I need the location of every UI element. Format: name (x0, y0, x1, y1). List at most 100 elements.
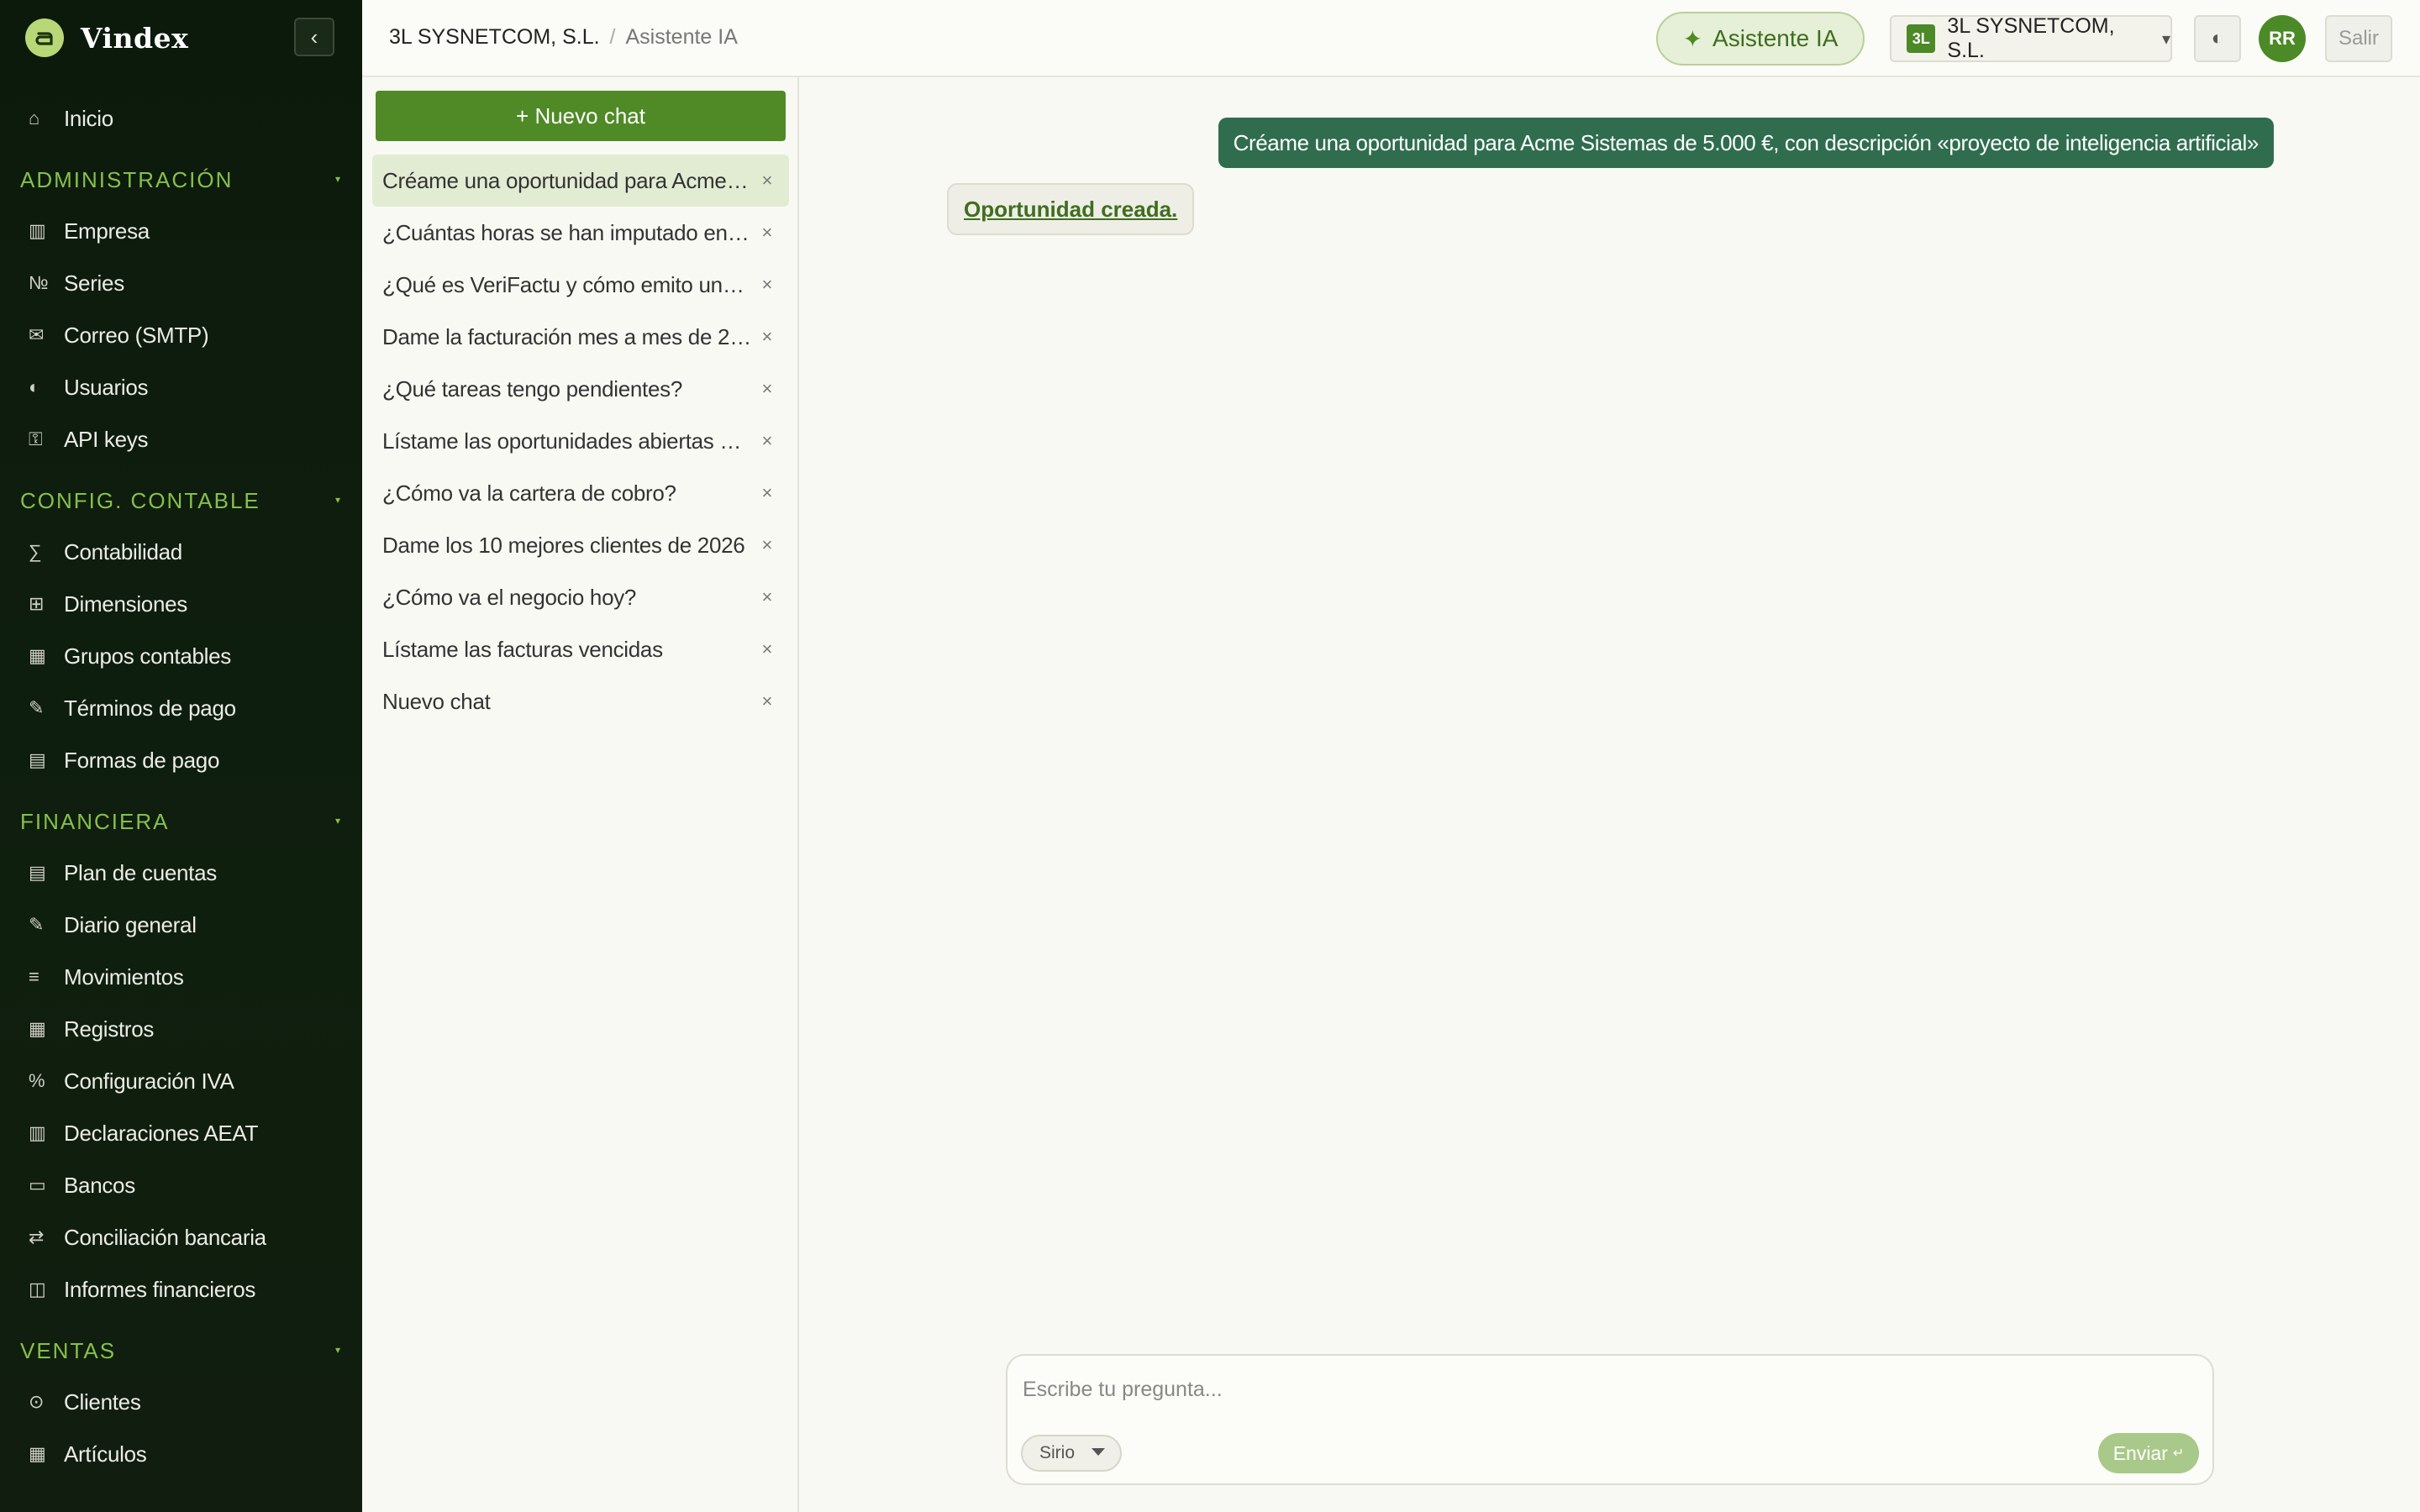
sidebar-item-movimientos[interactable]: ≡ Movimientos (0, 951, 362, 1003)
logout-button[interactable]: Salir (2325, 15, 2392, 62)
close-icon[interactable]: × (752, 222, 772, 244)
sidebar-item-clientes[interactable]: ⊙ Clientes (0, 1376, 362, 1428)
chat-history-item[interactable]: ¿Qué es VeriFactu y cómo emito una factu… (372, 259, 789, 311)
close-icon[interactable]: × (752, 326, 772, 348)
send-button[interactable]: Enviar ↵ (2098, 1433, 2199, 1473)
avatar[interactable]: RR (2259, 15, 2306, 62)
sidebar-item-art-culos[interactable]: ▦ Artículos (0, 1428, 362, 1480)
sidebar-item-grupos-contables[interactable]: ▦ Grupos contables (0, 630, 362, 682)
sidebar-item-informes-financieros[interactable]: ◫ Informes financieros (0, 1263, 362, 1315)
chat-history-title: ¿Cómo va el negocio hoy? (382, 584, 637, 610)
chat-history-item[interactable]: ¿Cómo va la cartera de cobro? × (372, 467, 789, 519)
sidebar-item-label: Clientes (64, 1389, 141, 1415)
sidebar-item-label: Dimensiones (64, 591, 187, 617)
sidebar-item-inicio[interactable]: ⌂ Inicio (0, 92, 362, 144)
sidebar-item-label: Grupos contables (64, 643, 231, 669)
sidebar-item-label: Usuarios (64, 374, 149, 400)
close-icon[interactable]: × (752, 534, 772, 556)
breadcrumb: 3L SYSNETCOM, S.L. / Asistente IA (389, 25, 738, 50)
sidebar-item-conciliaci-n-bancaria[interactable]: ⇄ Conciliación bancaria (0, 1211, 362, 1263)
chat-history-item[interactable]: Dame los 10 mejores clientes de 2026 × (372, 519, 789, 571)
sidebar-item-bancos[interactable]: ▭ Bancos (0, 1159, 362, 1211)
sidebar-item-api-keys[interactable]: ⚿ API keys (0, 413, 362, 465)
chat-history-item[interactable]: ¿Cuántas horas se han imputado en el pro… (372, 207, 789, 259)
brand[interactable]: Vindex (25, 17, 188, 59)
sidebar-item-label: Series (64, 270, 124, 296)
report-icon: ◫ (29, 1278, 46, 1299)
caret-down-icon: ▾ (334, 173, 342, 185)
sidebar-item-declaraciones-aeat[interactable]: ▥ Declaraciones AEAT (0, 1107, 362, 1159)
brand-logo-icon (25, 18, 64, 57)
sidebar-section-header[interactable]: ADMINISTRACIÓN ▾ (0, 144, 362, 205)
theme-toggle-button[interactable]: ◐ (2194, 15, 2241, 62)
conversation-panel: Créame una oportunidad para Acme Sistema… (799, 77, 2420, 1512)
sidebar-item-diario-general[interactable]: ✎ Diario general (0, 899, 362, 951)
chat-history-item[interactable]: Créame una oportunidad para Acme Sistema… (372, 155, 789, 207)
chat-history-title: Dame los 10 mejores clientes de 2026 (382, 532, 745, 558)
sidebar-item-usuarios[interactable]: ◐ Usuarios (0, 361, 362, 413)
sidebar-item-configuraci-n-iva[interactable]: % Configuración IVA (0, 1055, 362, 1107)
brand-name: Vindex (81, 21, 189, 55)
collapse-sidebar-button[interactable]: ‹ (294, 18, 334, 56)
close-icon[interactable]: × (752, 482, 772, 504)
article-icon: ▦ (29, 1443, 46, 1464)
sidebar-item-label: Conciliación bancaria (64, 1224, 266, 1250)
sidebar-section-header[interactable]: FINANCIERA ▾ (0, 786, 362, 847)
close-icon[interactable]: × (752, 586, 772, 608)
sidebar-item-plan-de-cuentas[interactable]: ▤ Plan de cuentas (0, 847, 362, 899)
records-icon: ▦ (29, 1018, 46, 1039)
chat-history-item[interactable]: Lístame las oportunidades abiertas del p… (372, 415, 789, 467)
close-icon[interactable]: × (752, 170, 772, 192)
ai-assistant-button[interactable]: ✦ Asistente IA (1656, 12, 1865, 66)
caret-down-icon: ▾ (334, 494, 342, 506)
assistant-message: Oportunidad creada. (947, 183, 1195, 235)
home-icon: ⌂ (29, 108, 39, 129)
send-label: Enviar (2112, 1441, 2168, 1464)
chat-history-item[interactable]: Lístame las facturas vencidas × (372, 623, 789, 675)
new-chat-button[interactable]: + Nuevo chat (376, 91, 786, 141)
users-icon: ◐ (29, 376, 39, 397)
company-selector[interactable]: 3L 3L SYSNETCOM, S.L. ▾ (1890, 14, 2172, 62)
close-icon[interactable]: × (752, 274, 772, 296)
chat-history-item[interactable]: Dame la facturación mes a mes de 2026 × (372, 311, 789, 363)
sidebar-item-contabilidad[interactable]: ∑ Contabilidad (0, 526, 362, 578)
sidebar-section-title: ADMINISTRACIÓN (20, 167, 234, 192)
sidebar-item-label: Movimientos (64, 963, 184, 990)
swap-icon: ⇄ (29, 1226, 45, 1247)
chat-history-item[interactable]: ¿Qué tareas tengo pendientes? × (372, 363, 789, 415)
chat-history-item[interactable]: Nuevo chat × (372, 675, 789, 727)
sidebar-nav: ⌂ Inicio ADMINISTRACIÓN ▾ ▥ Empresa № Series ✉ Co… (0, 92, 362, 1480)
chat-history-title: Nuevo chat (382, 688, 491, 714)
sidebar-item-empresa[interactable]: ▥ Empresa (0, 205, 362, 257)
sidebar-item-label: Contabilidad (64, 538, 182, 564)
breadcrumb-company[interactable]: 3L SYSNETCOM, S.L. (389, 25, 600, 50)
sidebar-item-dimensiones[interactable]: ⊞ Dimensiones (0, 578, 362, 630)
caret-down-icon (1092, 1448, 1105, 1456)
close-icon[interactable]: × (752, 430, 772, 452)
sidebar-section-header[interactable]: CONFIG. CONTABLE ▾ (0, 465, 362, 526)
close-icon[interactable]: × (752, 690, 772, 712)
pencil-icon: ✎ (29, 697, 45, 718)
sidebar-item-label: Registros (64, 1016, 155, 1042)
chat-history-item[interactable]: ¿Cómo va el negocio hoy? × (372, 571, 789, 623)
question-input[interactable] (1023, 1373, 2031, 1406)
user-message: Créame una oportunidad para Acme Sistema… (1218, 118, 2274, 168)
caret-down-icon: ▾ (334, 815, 342, 827)
sidebar-item-formas-de-pago[interactable]: ▤ Formas de pago (0, 734, 362, 786)
sidebar-section-title: FINANCIERA (20, 809, 170, 834)
model-selector[interactable]: Sirio (1021, 1435, 1122, 1472)
close-icon[interactable]: × (752, 378, 772, 400)
sidebar-item-series[interactable]: № Series (0, 257, 362, 309)
enter-key-icon: ↵ (2172, 1446, 2185, 1461)
opportunity-created-link[interactable]: Oportunidad creada. (964, 197, 1177, 223)
sidebar-item-correo-smtp[interactable]: ✉ Correo (SMTP) (0, 309, 362, 361)
contrast-icon: ◐ (2211, 27, 2224, 50)
sidebar-item-t-rminos-de-pago[interactable]: ✎ Términos de pago (0, 682, 362, 734)
sidebar-item-label: Informes financieros (64, 1276, 256, 1302)
sidebar: Vindex ‹ ⌂ Inicio ADMINISTRACIÓN ▾ ▥ Empresa №… (0, 0, 362, 1512)
sidebar-item-label: Formas de pago (64, 747, 220, 773)
sparkle-icon: ✦ (1682, 25, 1703, 52)
sidebar-section-header[interactable]: VENTAS ▾ (0, 1315, 362, 1376)
sidebar-item-registros[interactable]: ▦ Registros (0, 1003, 362, 1055)
close-icon[interactable]: × (752, 638, 772, 660)
